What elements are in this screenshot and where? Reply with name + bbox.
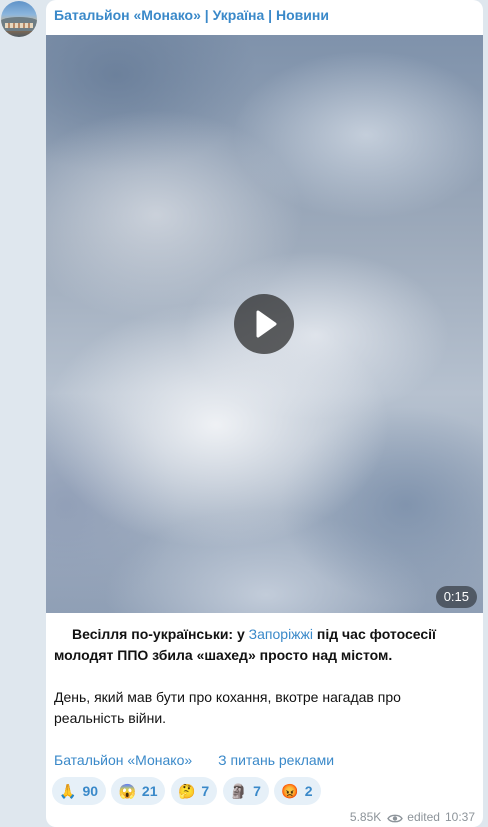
reaction-count: 7 (253, 783, 261, 799)
message-meta: 5.85K edited 10:37 (350, 809, 475, 825)
reaction-angry[interactable]: 😡 2 (274, 777, 321, 805)
moai-emoji-icon: 🗿 (229, 783, 248, 799)
scream-emoji-icon: 😱 (118, 783, 136, 799)
reaction-count: 2 (304, 783, 313, 799)
thinking-emoji-icon: 🤔 (177, 783, 196, 799)
video-duration: 0:15 (435, 586, 477, 608)
views-count: 5.85K (349, 810, 382, 824)
eye-icon (387, 814, 404, 823)
reaction-count: 7 (201, 783, 210, 799)
post-lead-paragraph: Весілля по-українськи: у Запоріжжі під ч… (54, 624, 474, 666)
channel-link[interactable]: Батальйон «Монако» (54, 752, 192, 768)
reaction-count: 21 (141, 783, 158, 799)
angry-emoji-icon: 😡 (281, 783, 299, 799)
reaction-pray[interactable]: 🙏 90 (52, 777, 107, 805)
video-preview[interactable]: 0:15 (46, 35, 483, 613)
post-second-paragraph: День, який мав бути про кохання, вкотре … (54, 689, 401, 726)
channel-avatar[interactable] (1, 1, 37, 37)
play-button[interactable] (234, 294, 294, 354)
city-link[interactable]: Запоріжжі (249, 626, 313, 642)
reaction-moai[interactable]: 🗿 7 (222, 777, 269, 805)
post-lead-start: Весілля по-українськи: у (72, 626, 249, 642)
ads-link[interactable]: З питань реклами (218, 752, 334, 768)
footer-links: Батальйон «Монако» З питань реклами (54, 750, 334, 771)
reaction-thinking[interactable]: 🤔 7 (170, 777, 218, 805)
play-icon (256, 310, 277, 338)
channel-name[interactable]: Батальйон «Монако» | Україна | Новини (54, 7, 329, 23)
avatar-town-shape (5, 23, 33, 28)
reaction-count: 90 (82, 783, 99, 799)
reactions-bar: 🙏 90 😱 21 🤔 7 🗿 7 😡 2 (52, 777, 322, 805)
message-bubble: Батальйон «Монако» | Україна | Новини 0:… (46, 0, 483, 827)
message-time: 10:37 (444, 810, 475, 824)
post-caption: Весілля по-українськи: у Запоріжжі під ч… (54, 624, 474, 729)
pray-emoji-icon: 🙏 (59, 783, 77, 799)
reaction-scream[interactable]: 😱 21 (111, 777, 166, 805)
edited-label: edited (407, 810, 440, 824)
